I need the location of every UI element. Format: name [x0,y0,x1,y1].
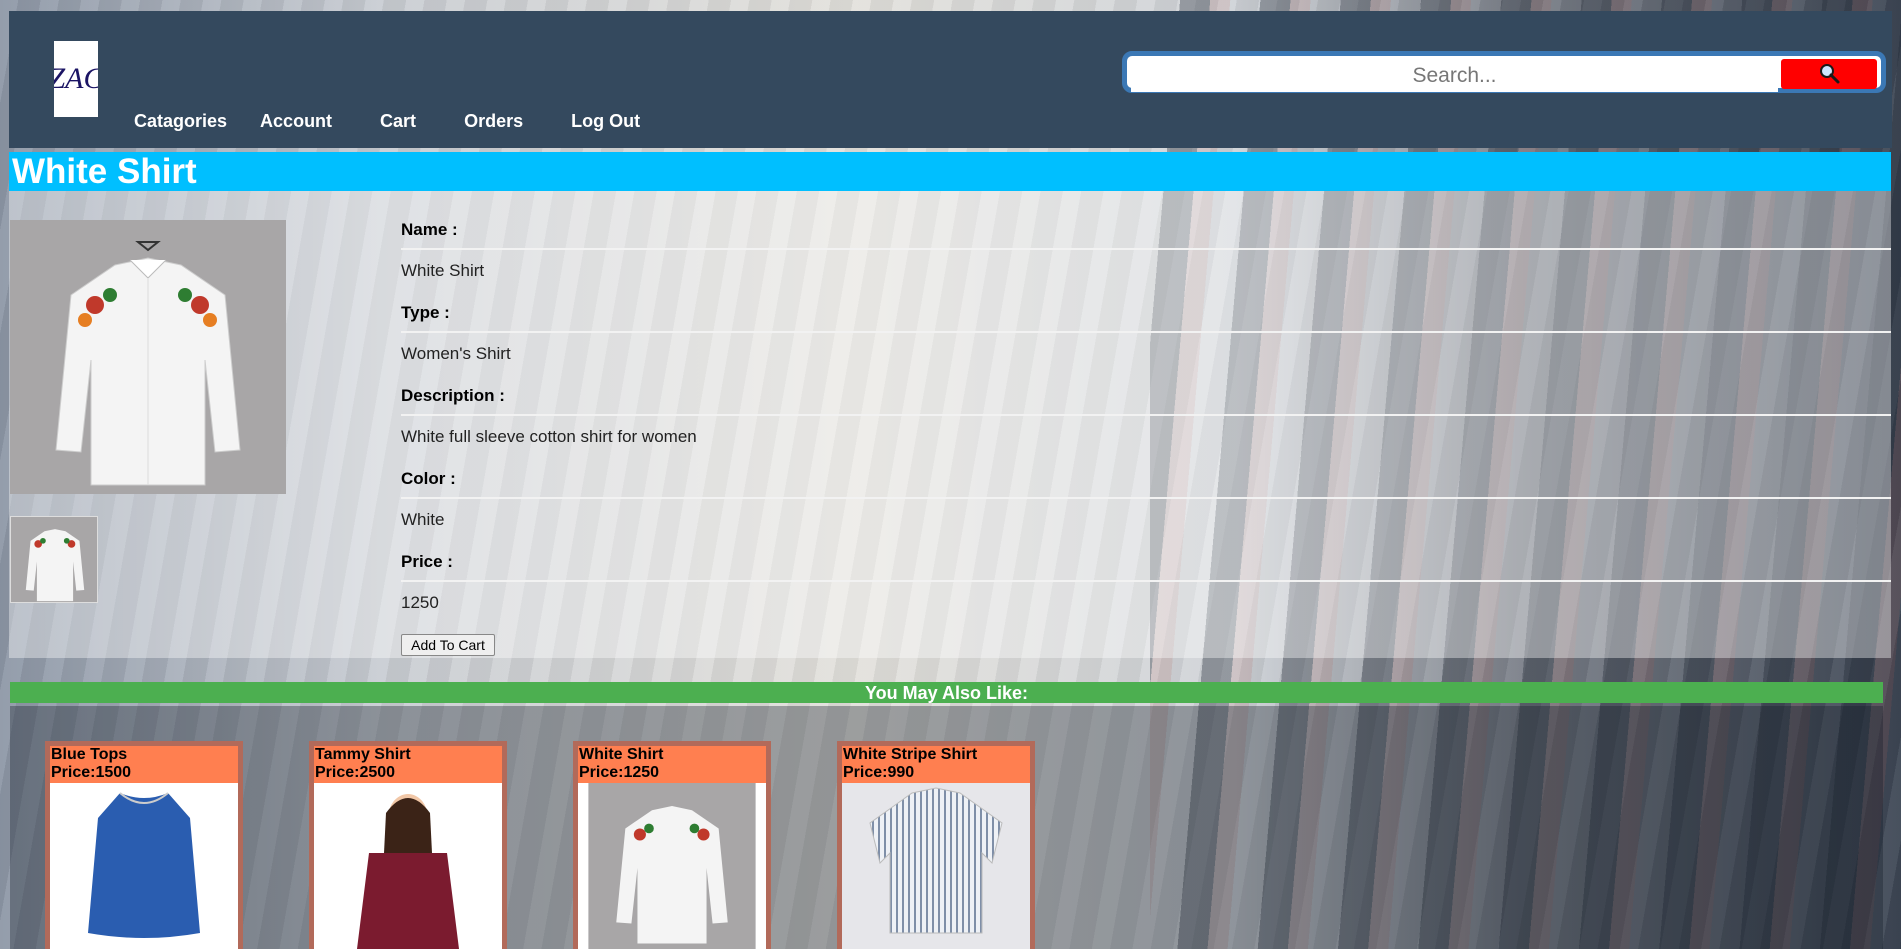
search-button[interactable] [1781,59,1877,89]
white-shirt-card-image [588,783,756,949]
product-main-image [10,220,286,494]
card-price: Price:1250 [579,764,660,781]
card-image [50,783,238,949]
main-nav: Catagories Account Cart Orders Log Out [134,111,640,132]
logo-text: ZAC [54,62,98,96]
card-image [578,783,766,949]
nav-logout[interactable]: Log Out [571,111,640,132]
card-header: White Stripe Shirt Price:990 [842,746,1030,783]
card-header: Tammy Shirt Price:2500 [314,746,502,783]
product-card-white-shirt[interactable]: White Shirt Price:1250 [573,741,771,949]
product-title-bar: White Shirt [9,152,1891,191]
price-label: Price : [401,539,1891,582]
name-label: Name : [401,207,1891,250]
white-shirt-image [10,220,286,494]
product-card-white-stripe-shirt[interactable]: White Stripe Shirt Price:990 [837,741,1035,949]
search-icon [1820,64,1840,84]
card-name: White Shirt [579,746,664,763]
card-price: Price:2500 [315,764,396,781]
nav-orders[interactable]: Orders [464,111,523,132]
product-fields: Name : White Shirt Type : Women's Shirt … [401,207,1891,622]
price-value: 1250 [401,593,439,612]
nav-categories[interactable]: Catagories [134,111,227,132]
card-header: White Shirt Price:1250 [578,746,766,783]
color-label: Color : [401,456,1891,499]
nav-account[interactable]: Account [260,111,332,132]
white-shirt-thumbnail [11,517,97,602]
stripe-shirt-image [842,783,1030,949]
blue-top-image [50,783,238,949]
add-to-cart-button[interactable]: Add To Cart [401,634,495,656]
product-title: White Shirt [12,152,197,191]
product-card-blue-tops[interactable]: Blue Tops Price:1500 [45,741,243,949]
also-like-heading: You May Also Like: [10,682,1883,703]
card-image [314,783,502,949]
tammy-shirt-image [314,783,502,949]
card-name: Tammy Shirt [315,746,411,763]
type-label: Type : [401,290,1891,333]
search-bar [1122,51,1886,93]
card-header: Blue Tops Price:1500 [50,746,238,783]
card-name: White Stripe Shirt [843,746,978,763]
name-value: White Shirt [401,261,485,280]
description-label: Description : [401,373,1891,416]
card-price: Price:1500 [51,764,132,781]
nav-cart[interactable]: Cart [380,111,416,132]
product-thumbnail[interactable] [10,516,98,603]
card-price: Price:990 [843,764,915,781]
search-input[interactable] [1131,60,1778,92]
card-image [842,783,1030,949]
description-value: White full sleeve cotton shirt for women [401,427,697,446]
color-value: White [401,510,445,529]
type-value: Women's Shirt [401,344,511,363]
card-name: Blue Tops [51,746,128,763]
product-card-tammy-shirt[interactable]: Tammy Shirt Price:2500 [309,741,507,949]
site-logo[interactable]: ZAC [54,41,98,117]
